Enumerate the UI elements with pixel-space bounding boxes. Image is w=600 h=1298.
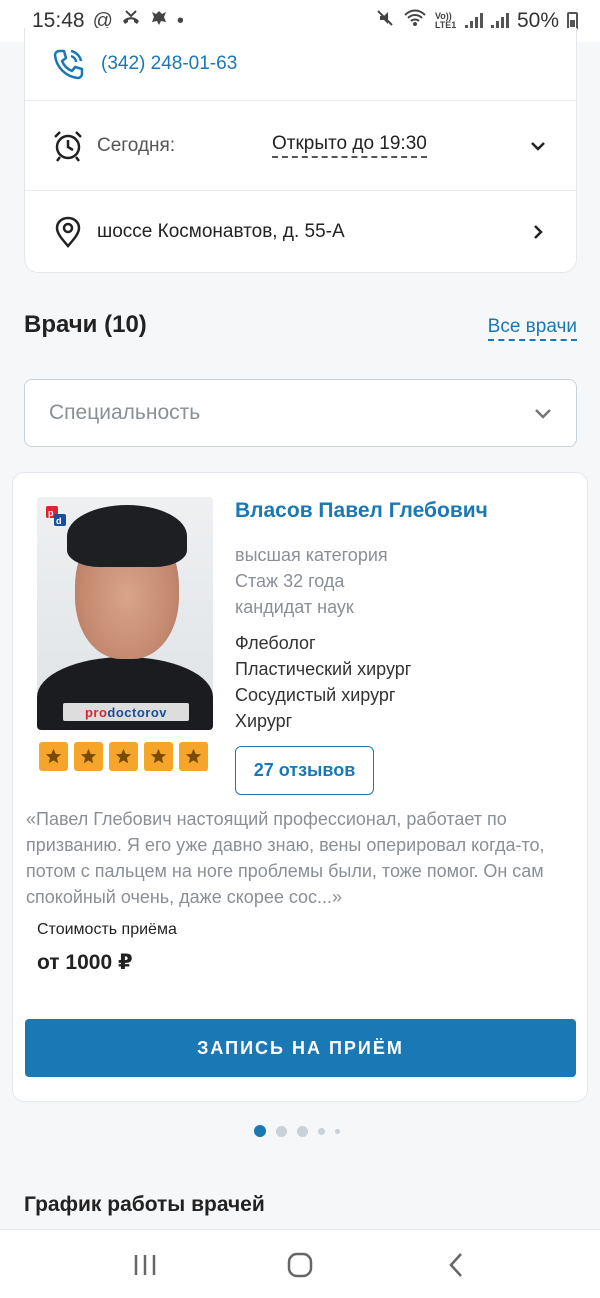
home-icon[interactable]	[285, 1250, 315, 1280]
doctors-section-title: Врачи (10)	[24, 311, 147, 338]
chevron-down-icon[interactable]	[528, 136, 548, 156]
doctor-specialties: Флеболог Пластический хирург Сосудистый …	[235, 630, 411, 734]
review-quote[interactable]: «Павел Глебович настоящий профессионал, …	[26, 806, 576, 910]
signal-icon	[490, 13, 509, 29]
specialty-item: Пластический хирург	[235, 659, 412, 679]
star-icon	[39, 742, 68, 771]
pagination-dot[interactable]	[335, 1128, 340, 1134]
doctor-degree: кандидат наук	[235, 597, 354, 617]
doctor-photo[interactable]: p d pro doctorov	[37, 497, 213, 730]
hours-row[interactable]: Сегодня: Открыто до 19:30	[25, 100, 576, 190]
alarm-clock-icon	[54, 130, 82, 162]
carousel-pagination	[254, 1125, 340, 1137]
pagination-dot[interactable]	[276, 1125, 287, 1137]
chevron-down-icon	[535, 409, 551, 419]
phone-icon	[53, 49, 84, 80]
today-hours[interactable]: Открыто до 19:30	[272, 133, 427, 158]
pagination-dot-active[interactable]	[254, 1125, 266, 1137]
rating-stars	[39, 742, 208, 771]
reviews-button[interactable]: 27 отзывов	[235, 746, 374, 795]
chevron-right-icon[interactable]	[528, 222, 548, 242]
clinic-phone-link[interactable]: (342) 248-01-63	[101, 53, 237, 75]
doctor-name-link[interactable]: Власов Павел Глебович	[235, 499, 488, 523]
price-value: от 1000 ₽	[37, 951, 133, 974]
star-icon	[109, 742, 138, 771]
star-icon	[144, 742, 173, 771]
address-row[interactable]: шоссе Космонавтов, д. 55-А	[25, 190, 576, 273]
price-label: Стоимость приёма	[37, 921, 177, 938]
doctor-meta: высшая категория Стаж 32 года кандидат н…	[235, 542, 388, 620]
pagination-dot[interactable]	[318, 1127, 325, 1135]
schedule-section-title: График работы врачей	[24, 1193, 265, 1216]
signal-icon	[464, 13, 483, 29]
today-label: Сегодня:	[97, 134, 176, 156]
location-pin-icon	[55, 216, 81, 248]
recent-apps-icon[interactable]	[130, 1250, 160, 1280]
clinic-info-card: (342) 248-01-63 Сегодня: Открыто до 19:3…	[24, 28, 577, 273]
svg-text:p: p	[48, 508, 54, 518]
clinic-address: шоссе Космонавтов, д. 55-А	[97, 221, 345, 242]
doctor-category: высшая категория	[235, 545, 388, 565]
doctor-card: p d pro doctorov Власов Павел Глебович вы…	[12, 472, 588, 1102]
specialty-select[interactable]: Специальность	[24, 379, 577, 447]
svg-text:d: d	[56, 516, 62, 526]
phone-row[interactable]: (342) 248-01-63	[25, 28, 576, 100]
specialty-item: Хирург	[235, 711, 293, 731]
doctor-experience: Стаж 32 года	[235, 571, 345, 591]
star-icon	[74, 742, 103, 771]
all-doctors-link[interactable]: Все врачи	[487, 316, 577, 341]
back-icon[interactable]	[442, 1250, 472, 1280]
prodoctorov-logo-icon: p d	[46, 506, 66, 526]
specialty-placeholder: Специальность	[49, 401, 201, 424]
specialty-item: Сосудистый хирург	[235, 685, 396, 705]
specialty-item: Флеболог	[235, 633, 316, 653]
star-icon	[179, 742, 208, 771]
pagination-dot[interactable]	[297, 1125, 308, 1137]
system-navigation-bar	[0, 1229, 600, 1298]
book-appointment-button[interactable]: ЗАПИСЬ НА ПРИЁМ	[25, 1019, 576, 1077]
photo-watermark: pro doctorov	[63, 703, 189, 721]
